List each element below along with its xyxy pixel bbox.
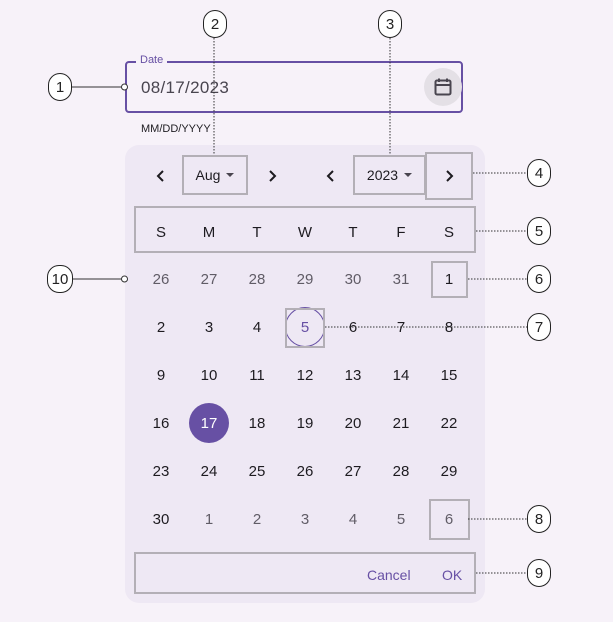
calendar-day[interactable]: 27 <box>333 451 373 491</box>
calendar-day[interactable]: 14 <box>381 355 421 395</box>
previous-month-button[interactable] <box>149 164 173 188</box>
calendar-day[interactable]: 4 <box>237 307 277 347</box>
weekday-label: S <box>443 223 454 241</box>
callout-4: 4 <box>527 159 551 187</box>
calendar-day[interactable]: 29 <box>285 259 325 299</box>
calendar-day[interactable]: 1 <box>189 499 229 539</box>
calendar-day[interactable]: 2 <box>237 499 277 539</box>
calendar-day[interactable]: 6 <box>333 307 373 347</box>
calendar-day[interactable]: 27 <box>189 259 229 299</box>
calendar-day[interactable]: 16 <box>141 403 181 443</box>
weekday-label: T <box>252 223 262 241</box>
calendar-icon <box>434 78 452 96</box>
year-dropdown[interactable]: 2023 <box>353 155 426 195</box>
next-year-button[interactable] <box>425 152 473 200</box>
calendar-day[interactable]: 22 <box>429 403 469 443</box>
calendar-day[interactable]: 23 <box>141 451 181 491</box>
chevron-left-icon <box>326 170 334 182</box>
calendar-day[interactable]: 20 <box>333 403 373 443</box>
calendar-day[interactable]: 13 <box>333 355 373 395</box>
calendar-day[interactable]: 1 <box>429 259 469 299</box>
calendar-day[interactable]: 3 <box>189 307 229 347</box>
calendar-day[interactable]: 4 <box>333 499 373 539</box>
caret-down-icon <box>226 173 235 177</box>
calendar-day[interactable]: 7 <box>381 307 421 347</box>
cancel-button[interactable]: Cancel <box>367 567 411 583</box>
date-input-value[interactable]: 08/17/2023 <box>141 78 229 98</box>
calendar-day[interactable]: 25 <box>237 451 277 491</box>
selected-day[interactable]: 17 <box>189 403 229 443</box>
callout-10: 10 <box>47 265 73 293</box>
weekday-label: W <box>297 223 313 241</box>
calendar-day[interactable]: 15 <box>429 355 469 395</box>
calendar-toggle-button[interactable] <box>424 68 462 106</box>
next-month-button[interactable] <box>260 164 284 188</box>
weekday-label: T <box>348 223 358 241</box>
calendar-day[interactable]: 30 <box>141 499 181 539</box>
calendar-day[interactable]: 24 <box>189 451 229 491</box>
calendar-day[interactable]: 19 <box>285 403 325 443</box>
callout-6: 6 <box>527 265 551 293</box>
chevron-right-icon <box>269 170 277 182</box>
weekday-label: M <box>202 223 216 241</box>
calendar-day[interactable]: 26 <box>285 451 325 491</box>
calendar-day[interactable]: 28 <box>381 451 421 491</box>
picker-actions-bar <box>134 552 476 594</box>
date-format-hint: MM/DD/YYYY <box>141 123 211 135</box>
calendar-day[interactable]: 28 <box>237 259 277 299</box>
calendar-day[interactable]: 3 <box>285 499 325 539</box>
calendar-day[interactable]: 11 <box>237 355 277 395</box>
calendar-day[interactable]: 9 <box>141 355 181 395</box>
calendar-day[interactable]: 21 <box>381 403 421 443</box>
chevron-right-icon <box>446 170 454 182</box>
callout-8: 8 <box>527 505 551 533</box>
year-dropdown-value: 2023 <box>366 167 399 183</box>
callout-2: 2 <box>203 10 227 38</box>
calendar-day[interactable]: 5 <box>381 499 421 539</box>
calendar-day[interactable]: 12 <box>285 355 325 395</box>
month-dropdown[interactable]: Aug <box>182 155 248 195</box>
calendar-day[interactable]: 2 <box>141 307 181 347</box>
caret-down-icon <box>404 173 413 177</box>
weekday-label: S <box>155 223 166 241</box>
month-dropdown-value: Aug <box>195 167 221 183</box>
weekday-label: F <box>396 223 406 241</box>
previous-year-button[interactable] <box>319 164 343 188</box>
calendar-day[interactable]: 31 <box>381 259 421 299</box>
callout-5: 5 <box>527 217 551 245</box>
calendar-day[interactable]: 26 <box>141 259 181 299</box>
chevron-left-icon <box>156 170 164 182</box>
date-field-label: Date <box>136 53 168 67</box>
calendar-day[interactable]: 8 <box>429 307 469 347</box>
calendar-day[interactable]: 30 <box>333 259 373 299</box>
callout-1: 1 <box>48 73 72 101</box>
calendar-day[interactable]: 29 <box>429 451 469 491</box>
ok-button[interactable]: OK <box>442 567 462 583</box>
today-day[interactable]: 5 <box>285 307 325 347</box>
callout-7: 7 <box>527 313 551 341</box>
callout-3: 3 <box>378 10 402 38</box>
calendar-day[interactable]: 10 <box>189 355 229 395</box>
calendar-day[interactable]: 18 <box>237 403 277 443</box>
callout-9: 9 <box>527 559 551 587</box>
calendar-day[interactable]: 6 <box>429 499 469 539</box>
